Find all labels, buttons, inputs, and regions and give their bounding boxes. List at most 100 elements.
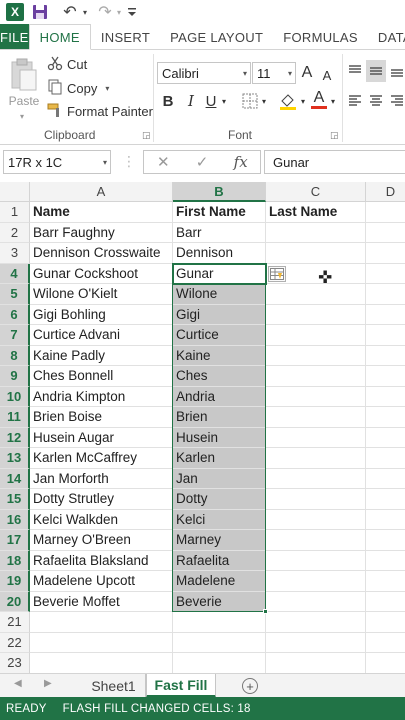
add-sheet-icon[interactable]: +: [242, 678, 258, 694]
fill-handle[interactable]: [263, 609, 268, 614]
borders-dropdown-icon[interactable]: ▾: [259, 90, 269, 112]
cell-a13[interactable]: Karlen McCaffrey: [30, 448, 173, 469]
cell-b4[interactable]: Gunar: [173, 263, 266, 284]
cell-d19[interactable]: [366, 571, 405, 592]
row-header[interactable]: 16: [0, 509, 30, 530]
cell-b16[interactable]: Kelci: [173, 509, 266, 530]
spreadsheet-grid[interactable]: A B C D 1 Name First Name Last Name 2 Barr Faughn…: [0, 182, 405, 673]
cell-a1[interactable]: Name: [30, 202, 173, 223]
cell-b1[interactable]: First Name: [173, 202, 266, 223]
row-header[interactable]: 12: [0, 427, 30, 448]
cut-button[interactable]: Cut: [46, 54, 87, 74]
row-header[interactable]: 23: [0, 653, 30, 673]
bold-button[interactable]: B: [158, 90, 178, 112]
formula-input[interactable]: Gunar: [264, 150, 405, 174]
cell-c11[interactable]: [266, 407, 366, 428]
row-header[interactable]: 18: [0, 550, 30, 571]
cell-c12[interactable]: [266, 427, 366, 448]
cell-a10[interactable]: Andria Kimpton: [30, 386, 173, 407]
row-header[interactable]: 7: [0, 325, 30, 346]
cell-b10[interactable]: Andria: [173, 386, 266, 407]
row-header[interactable]: 17: [0, 530, 30, 551]
undo-dropdown-icon[interactable]: ▾: [80, 3, 90, 21]
cell-c21[interactable]: [266, 612, 366, 633]
clipboard-launcher-icon[interactable]: ◲: [142, 130, 151, 141]
sheet-nav-right-icon[interactable]: ▶: [44, 678, 52, 689]
tab-insert[interactable]: INSERT: [91, 24, 160, 50]
cell-c9[interactable]: [266, 366, 366, 387]
cell-a11[interactable]: Brien Boise: [30, 407, 173, 428]
cell-b18[interactable]: Rafaelita: [173, 550, 266, 571]
cell-b12[interactable]: Husein: [173, 427, 266, 448]
cell-a17[interactable]: Marney O'Breen: [30, 530, 173, 551]
cell-c17[interactable]: [266, 530, 366, 551]
cell-d18[interactable]: [366, 551, 405, 571]
fill-color-icon[interactable]: [277, 90, 299, 112]
cell-a20[interactable]: Beverie Moffet: [30, 591, 173, 612]
cell-b14[interactable]: Jan: [173, 468, 266, 489]
align-right-icon[interactable]: [388, 90, 405, 112]
cell-d11[interactable]: [366, 407, 405, 428]
cell-c16[interactable]: [266, 509, 366, 530]
cell-a7[interactable]: Curtice Advani: [30, 325, 173, 346]
row-header[interactable]: 5: [0, 284, 30, 305]
cell-b21[interactable]: [173, 612, 266, 633]
row-header[interactable]: 20: [0, 591, 30, 612]
borders-icon[interactable]: [240, 90, 260, 112]
cell-b22[interactable]: [173, 632, 266, 653]
cell-d5[interactable]: [366, 284, 405, 305]
cell-d16[interactable]: [366, 510, 405, 530]
row-header[interactable]: 21: [0, 612, 30, 633]
column-header-c[interactable]: C: [266, 182, 366, 202]
name-box-dropdown-icon[interactable]: ▾: [103, 151, 107, 173]
cell-c15[interactable]: [266, 489, 366, 510]
cell-d21[interactable]: [366, 612, 405, 633]
redo-icon[interactable]: ↷: [96, 3, 114, 21]
font-size-dropdown-icon[interactable]: ▾: [288, 63, 292, 83]
cell-d6[interactable]: [366, 305, 405, 325]
cell-d8[interactable]: [366, 346, 405, 366]
row-header[interactable]: 6: [0, 304, 30, 325]
cell-d10[interactable]: [366, 387, 405, 407]
column-header-d[interactable]: D: [366, 182, 405, 202]
cell-b5[interactable]: Wilone: [173, 284, 266, 305]
row-header[interactable]: 19: [0, 571, 30, 592]
save-icon[interactable]: [32, 3, 48, 21]
italic-button[interactable]: I: [181, 90, 201, 112]
tab-home[interactable]: HOME: [28, 24, 91, 50]
cell-a5[interactable]: Wilone O'Kielt: [30, 284, 173, 305]
cell-b3[interactable]: Dennison: [173, 243, 266, 264]
row-header[interactable]: 13: [0, 448, 30, 469]
cell-c6[interactable]: [266, 304, 366, 325]
cell-b15[interactable]: Dotty: [173, 489, 266, 510]
cell-b6[interactable]: Gigi: [173, 304, 266, 325]
cell-a18[interactable]: Rafaelita Blaksland: [30, 550, 173, 571]
row-header[interactable]: 22: [0, 632, 30, 653]
tab-page-layout[interactable]: PAGE LAYOUT: [160, 24, 273, 50]
enter-icon[interactable]: ✓: [183, 153, 222, 171]
cell-a4[interactable]: Gunar Cockshoot: [30, 263, 173, 284]
tab-data[interactable]: DATA: [368, 24, 405, 50]
font-color-dropdown-icon[interactable]: ▾: [328, 90, 338, 112]
cell-a19[interactable]: Madelene Upcott: [30, 571, 173, 592]
cell-a9[interactable]: Ches Bonnell: [30, 366, 173, 387]
shrink-font-icon[interactable]: A: [318, 64, 336, 86]
font-size-box[interactable]: 11 ▾: [252, 62, 296, 84]
cell-a15[interactable]: Dotty Strutley: [30, 489, 173, 510]
cell-d2[interactable]: [366, 223, 405, 243]
tab-file[interactable]: FILE: [0, 24, 29, 50]
cell-c1[interactable]: Last Name: [266, 202, 366, 223]
cell-d20[interactable]: [366, 592, 405, 612]
grow-font-icon[interactable]: A: [298, 62, 316, 84]
cell-b2[interactable]: Barr: [173, 222, 266, 243]
column-header-b[interactable]: B: [173, 182, 266, 202]
font-name-dropdown-icon[interactable]: ▾: [243, 63, 247, 83]
copy-dropdown-icon[interactable]: ▾: [105, 84, 109, 93]
name-box[interactable]: 17R x 1C ▾: [3, 150, 111, 174]
cell-a3[interactable]: Dennison Crosswaite: [30, 243, 173, 264]
font-name-box[interactable]: Calibri ▾: [157, 62, 251, 84]
sheet-nav-left-icon[interactable]: ◀: [14, 678, 22, 689]
row-header[interactable]: 11: [0, 407, 30, 428]
cell-d14[interactable]: [366, 469, 405, 489]
align-bottom-icon[interactable]: [388, 60, 405, 82]
